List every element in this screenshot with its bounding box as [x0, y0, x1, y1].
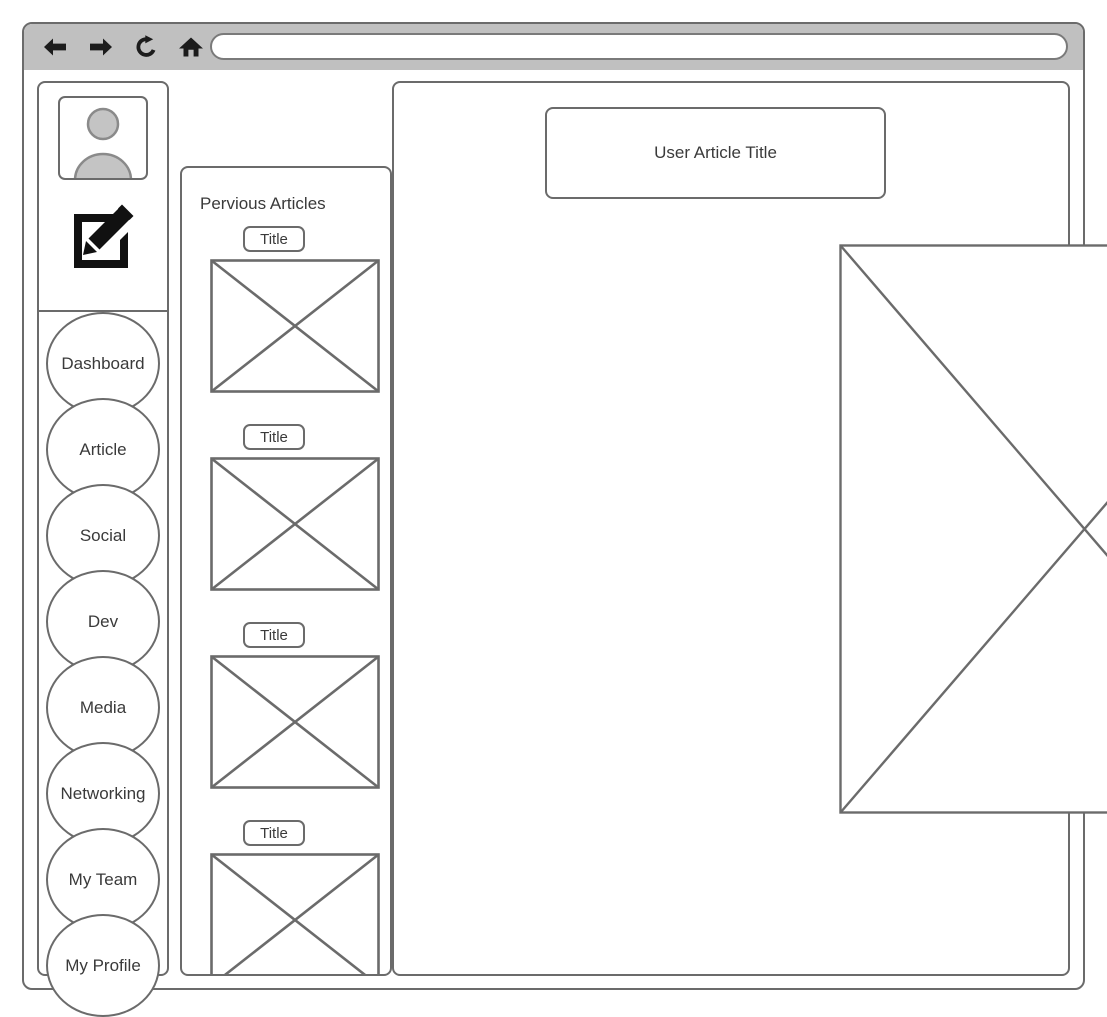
article-thumbnail[interactable]: [210, 655, 380, 789]
previous-articles-title: Pervious Articles: [200, 194, 326, 214]
sidebar-item-my-profile[interactable]: My Profile: [46, 914, 160, 1017]
avatar[interactable]: [58, 96, 148, 180]
main-content-panel: [392, 81, 1070, 976]
article-title-chip[interactable]: Title: [243, 226, 305, 252]
article-title-bar[interactable]: User Article Title: [545, 107, 886, 199]
list-item[interactable]: Title: [182, 622, 390, 820]
arrow-left-icon: [42, 36, 68, 58]
article-title-label: Title: [260, 825, 288, 842]
image-placeholder-icon: [210, 853, 380, 976]
page-title: User Article Title: [654, 143, 777, 163]
sidebar-item-label: My Team: [69, 870, 138, 890]
sidebar-item-label: Media: [80, 698, 126, 718]
sidebar: Dashboard Article Social Dev Media Netwo…: [37, 81, 169, 976]
article-title-chip[interactable]: Title: [243, 622, 305, 648]
image-placeholder-icon: [839, 244, 1107, 814]
sidebar-item-label: Dev: [88, 612, 118, 632]
home-icon: [178, 35, 204, 59]
list-item[interactable]: Title: [182, 226, 390, 424]
article-thumbnail[interactable]: [210, 853, 380, 976]
image-placeholder-icon: [210, 457, 380, 591]
browser-window: Dashboard Article Social Dev Media Netwo…: [22, 22, 1085, 990]
list-item[interactable]: Title: [182, 424, 390, 622]
back-button[interactable]: [40, 32, 70, 62]
image-placeholder-icon: [210, 259, 380, 393]
article-title-chip[interactable]: Title: [243, 820, 305, 846]
compose-article-button[interactable]: [65, 199, 143, 277]
article-hero-image-placeholder[interactable]: [839, 244, 1107, 814]
article-title-label: Title: [260, 231, 288, 248]
compose-edit-icon: [68, 202, 140, 274]
list-item[interactable]: Title: [182, 820, 390, 976]
sidebar-item-label: Networking: [60, 784, 145, 804]
url-input[interactable]: [210, 33, 1068, 60]
app-canvas: Dashboard Article Social Dev Media Netwo…: [24, 70, 1083, 988]
reload-icon: [133, 34, 159, 60]
previous-articles-panel: Pervious Articles Title Title: [180, 166, 392, 976]
sidebar-item-label: Social: [80, 526, 126, 546]
article-thumbnail[interactable]: [210, 259, 380, 393]
previous-articles-list: Title Title: [182, 226, 390, 976]
sidebar-item-label: Dashboard: [61, 354, 144, 374]
article-thumbnail[interactable]: [210, 457, 380, 591]
browser-toolbar: [24, 24, 1083, 70]
home-button[interactable]: [176, 32, 206, 62]
user-avatar-icon: [60, 98, 146, 178]
forward-button[interactable]: [86, 32, 116, 62]
sidebar-item-label: Article: [79, 440, 126, 460]
reload-button[interactable]: [131, 32, 161, 62]
article-title-label: Title: [260, 627, 288, 644]
arrow-right-icon: [88, 36, 114, 58]
article-title-label: Title: [260, 429, 288, 446]
sidebar-nav-list: Dashboard Article Social Dev Media Netwo…: [39, 312, 167, 976]
image-placeholder-icon: [210, 655, 380, 789]
article-title-chip[interactable]: Title: [243, 424, 305, 450]
sidebar-item-label: My Profile: [65, 956, 141, 976]
